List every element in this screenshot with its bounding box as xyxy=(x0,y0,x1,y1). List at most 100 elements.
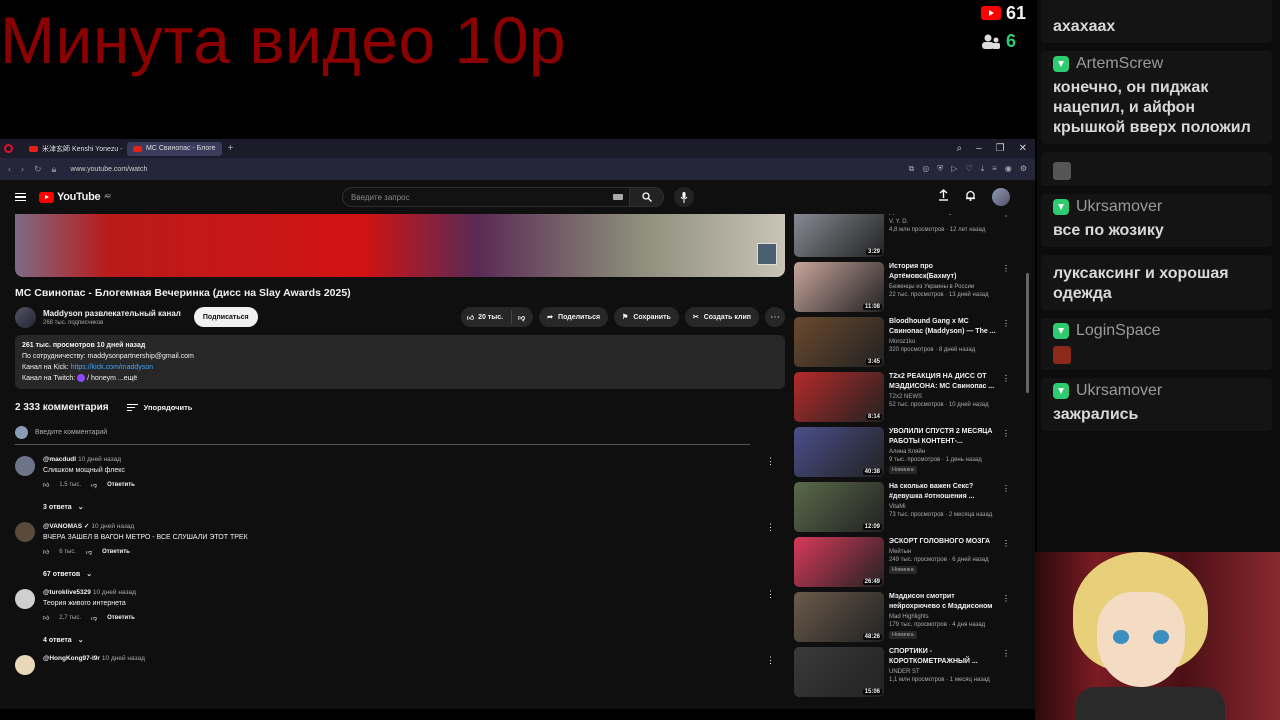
recommendation-title[interactable]: История про Артёмовск(Бахмут) xyxy=(889,262,1000,282)
recommendation-title[interactable]: Bloodhound Gang x МС Свинопас (Maddyson)… xyxy=(889,317,1000,337)
like-icon[interactable]: 👍︎ xyxy=(43,481,49,489)
recommendation-item[interactable]: 12:09 На сколько важен Секс? #девушка #от… xyxy=(794,482,1012,532)
search-tabs-icon[interactable]: ⌕ xyxy=(956,143,962,154)
voice-search-icon[interactable] xyxy=(674,187,694,207)
account-avatar[interactable] xyxy=(992,188,1010,206)
reply-button[interactable]: Ответить xyxy=(102,549,130,555)
chat-username[interactable]: Ukrsamover xyxy=(1076,198,1162,216)
recommendation-menu-icon[interactable]: ⋮ xyxy=(1002,484,1010,493)
recommendation-channel[interactable]: UNDER ST xyxy=(889,668,1000,676)
twitch-link[interactable]: / honeym ...ещё xyxy=(85,375,137,382)
download-icon[interactable]: ⤓ xyxy=(981,164,985,174)
recommendation-title[interactable]: ЭСКОРТ ГОЛОВНОГО МОЗГА xyxy=(889,537,1000,547)
commenter-avatar[interactable] xyxy=(15,456,35,476)
recommendation-thumbnail[interactable]: 8:14 xyxy=(794,372,884,422)
chat-username[interactable]: ArtemScrew xyxy=(1076,55,1163,73)
recommendation-item[interactable]: 8:14 T2x2 РЕАКЦИЯ НА ДИСС ОТ МЭДДИСОНА: М… xyxy=(794,372,1012,422)
recommendation-thumbnail[interactable]: 48:26 xyxy=(794,592,884,642)
recommendation-menu-icon[interactable]: ⋮ xyxy=(1002,374,1010,383)
recommendation-thumbnail[interactable]: 11:08 xyxy=(794,262,884,312)
recommendation-menu-icon[interactable]: ⋮ xyxy=(1002,264,1010,273)
dislike-icon[interactable]: 👎︎ xyxy=(91,614,97,622)
recommendation-menu-icon[interactable]: ⋮ xyxy=(1002,594,1010,603)
recommendation-channel[interactable]: Беженцы из Украины в России xyxy=(889,283,1000,291)
recommendation-title[interactable]: СПОРТИКИ - КОРОТКОМЕТРАЖНЫЙ ... xyxy=(889,647,1000,667)
kick-link[interactable]: https://kick.com/maddyson xyxy=(71,364,153,371)
recommendation-title[interactable]: На сколько важен Секс? #девушка #отношен… xyxy=(889,482,1000,502)
replies-toggle[interactable]: 3 ответа ⌄ xyxy=(43,503,785,512)
subscribe-button[interactable]: Подписаться xyxy=(193,307,258,327)
recommendation-item[interactable]: 48:26 Мэддисон смотрит нейрохрючево с Мэд… xyxy=(794,592,1012,642)
recommendation-menu-icon[interactable]: ⋮ xyxy=(1002,539,1010,548)
recommendation-item[interactable]: 15:06 СПОРТИКИ - КОРОТКОМЕТРАЖНЫЙ ... UNDE… xyxy=(794,647,1012,697)
channel-avatar[interactable] xyxy=(15,306,36,328)
recommendation-menu-icon[interactable]: ⋮ xyxy=(1002,649,1010,658)
comment-menu-icon[interactable]: ⋮ xyxy=(766,456,775,467)
video-description[interactable]: 261 тыс. просмотров 10 дней назад По сот… xyxy=(15,335,785,389)
replies-toggle[interactable]: 4 ответа ⌄ xyxy=(43,636,785,645)
chat-username[interactable]: LoginSpace xyxy=(1076,322,1161,340)
recommendation-thumbnail[interactable]: 15:06 xyxy=(794,647,884,697)
recommendation-menu-icon[interactable]: ⋮ xyxy=(1002,319,1010,328)
browser-tab-1[interactable]: 米津玄師 Kenshi Yonezu - xyxy=(23,142,123,156)
back-icon[interactable]: ‹ xyxy=(8,164,11,175)
recommendation-thumbnail[interactable]: 12:09 xyxy=(794,482,884,532)
menu-icon[interactable]: ≡ xyxy=(992,164,997,174)
sort-button[interactable]: Упорядочить xyxy=(126,403,192,413)
recommendation-title[interactable]: Мэддисон смотрит нейрохрючево с Мэддисон… xyxy=(889,592,1000,612)
reply-button[interactable]: Ответить xyxy=(107,615,135,621)
reload-icon[interactable]: ↻ xyxy=(34,164,42,175)
recommendation-title[interactable]: T2x2 РЕАКЦИЯ НА ДИСС ОТ МЭДДИСОНА: МС Св… xyxy=(889,372,1000,392)
reply-button[interactable]: Ответить xyxy=(107,482,135,488)
maximize-icon[interactable]: ❐ xyxy=(996,143,1005,154)
recommendation-title[interactable]: Дискотека в психушке xyxy=(889,214,1000,217)
recommendation-thumbnail[interactable]: 40:38 xyxy=(794,427,884,477)
recommendation-menu-icon[interactable]: ⋮ xyxy=(1002,214,1010,218)
comment-menu-icon[interactable]: ⋮ xyxy=(766,589,775,600)
clip-button[interactable]: ✂ Создать клип xyxy=(684,307,759,327)
dislike-icon[interactable]: 👎︎ xyxy=(91,481,97,489)
recommendation-item[interactable]: 40:38 УВОЛИЛИ СПУСТЯ 2 МЕСЯЦА РАБОТЫ КОНТ… xyxy=(794,427,1012,477)
browser-tab-2[interactable]: МС Свинопас - Блоге xyxy=(127,141,222,156)
recommendation-channel[interactable]: T2x2 NEWS xyxy=(889,393,1000,401)
recommendation-channel[interactable]: Moroz1ko xyxy=(889,338,1000,346)
comment-menu-icon[interactable]: ⋮ xyxy=(766,655,775,666)
recommendation-channel[interactable]: V. Y. D. xyxy=(889,218,1000,226)
youtube-logo[interactable]: YouTube AR xyxy=(39,191,111,203)
forward-icon[interactable]: › xyxy=(21,164,24,175)
video-player[interactable] xyxy=(15,214,785,277)
recommendation-item[interactable]: 3:29 Дискотека в психушкеV. Y. D.4,8 млн … xyxy=(794,214,1012,257)
comment-author[interactable]: @macdudl xyxy=(43,456,76,463)
like-icon[interactable]: 👍︎ xyxy=(43,548,49,556)
recommendation-title[interactable]: УВОЛИЛИ СПУСТЯ 2 МЕСЯЦА РАБОТЫ КОНТЕНТ-.… xyxy=(889,427,1000,447)
search-button[interactable] xyxy=(629,188,663,206)
share-button[interactable]: ➦ Поделиться xyxy=(539,307,609,327)
like-icon[interactable]: 👍︎ xyxy=(43,614,49,622)
save-button[interactable]: ⚑ Сохранить xyxy=(614,307,679,327)
camera-icon[interactable]: ◎ xyxy=(922,164,929,174)
comment-menu-icon[interactable]: ⋮ xyxy=(766,522,775,533)
search-input[interactable]: Введите запрос xyxy=(342,187,664,207)
commenter-avatar[interactable] xyxy=(15,655,35,675)
recommendation-channel[interactable]: Мейтын xyxy=(889,548,1000,556)
chat-username[interactable]: Ukrsamover xyxy=(1076,382,1162,400)
account-icon[interactable]: ◉ xyxy=(1005,164,1012,174)
comment-author[interactable]: @HongKong97-I9r xyxy=(43,655,100,662)
comment-author[interactable]: @turoklive5329 xyxy=(43,589,91,596)
channel-name[interactable]: Maddyson развлекательный канал xyxy=(43,309,181,318)
like-button[interactable]: 👍︎ 20 тыс. xyxy=(461,310,513,324)
recommendation-item[interactable]: 26:49 ЭСКОРТ ГОЛОВНОГО МОЗГА Мейтын 249 тыс… xyxy=(794,537,1012,587)
commenter-avatar[interactable] xyxy=(15,589,35,609)
recommendation-item[interactable]: 11:08 История про Артёмовск(Бахмут) Беженц… xyxy=(794,262,1012,312)
dislike-icon[interactable]: 👎︎ xyxy=(86,548,92,556)
url-field[interactable]: www.youtube.com/watch xyxy=(70,166,147,173)
opera-icon[interactable] xyxy=(4,144,13,153)
comment-author[interactable]: @VANOMAS ✓ xyxy=(43,523,89,530)
recommendation-menu-icon[interactable]: ⋮ xyxy=(1002,429,1010,438)
open-icon[interactable]: ⧉ xyxy=(909,164,915,174)
extensions-icon[interactable]: ⚙ xyxy=(1020,164,1027,174)
recommendation-thumbnail[interactable]: 3:29 xyxy=(794,214,884,257)
recommendation-channel[interactable]: Mad Highlights xyxy=(889,613,1000,621)
recommendation-channel[interactable]: Алина Кляйн xyxy=(889,448,1000,456)
upload-icon[interactable] xyxy=(938,188,949,206)
